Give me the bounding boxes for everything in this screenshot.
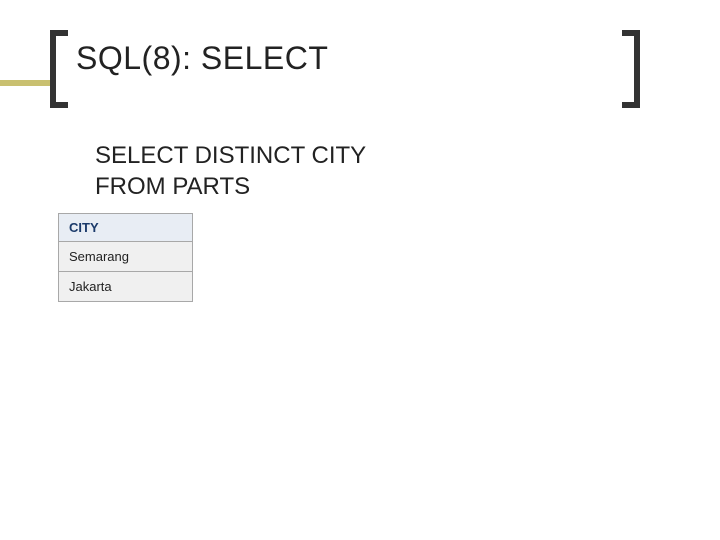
table-header-row: CITY	[59, 214, 193, 242]
slide-content: SQL(8): SELECT SELECT DISTINCT CITY FROM…	[0, 0, 720, 540]
table-row: Jakarta	[59, 272, 193, 302]
table-header-city: CITY	[59, 214, 193, 242]
bracket-left	[50, 30, 68, 108]
result-table: CITY Semarang Jakarta	[58, 213, 193, 302]
sql-query: SELECT DISTINCT CITY FROM PARTS	[95, 140, 366, 202]
slide-title: SQL(8): SELECT	[76, 40, 328, 77]
sql-query-line-2: FROM PARTS	[95, 171, 366, 202]
table-cell: Semarang	[59, 242, 193, 272]
table-cell: Jakarta	[59, 272, 193, 302]
bracket-right	[622, 30, 640, 108]
table-row: Semarang	[59, 242, 193, 272]
sql-query-line-1: SELECT DISTINCT CITY	[95, 140, 366, 171]
accent-line	[0, 80, 50, 86]
